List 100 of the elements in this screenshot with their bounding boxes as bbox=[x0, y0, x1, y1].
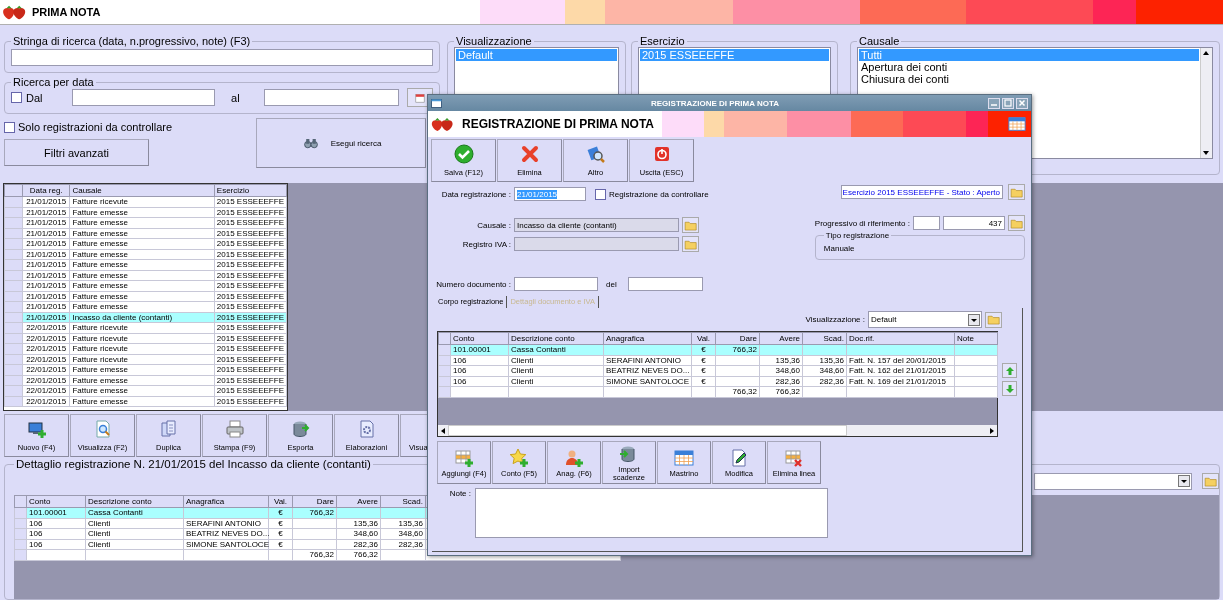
table-cell: 106 bbox=[450, 376, 509, 387]
calendar-icon bbox=[1007, 115, 1027, 133]
table-cell: Fatt. N. 169 del 21/01/2015 bbox=[846, 376, 955, 387]
document-date-field[interactable] bbox=[627, 277, 703, 291]
column-header[interactable]: Dare bbox=[715, 332, 760, 345]
table-row[interactable]: 21/01/2015 Fatture emesse 2015 ESSEEEFFE bbox=[4, 280, 287, 291]
table-row[interactable]: 22/01/2015 Fatture emesse 2015 ESSEEEFFE bbox=[4, 396, 287, 407]
maximize-button[interactable] bbox=[1002, 97, 1014, 109]
column-header[interactable]: Scad. bbox=[802, 332, 847, 345]
table-row[interactable]: 766,32 766,32 bbox=[438, 386, 998, 397]
column-header[interactable]: Data reg. bbox=[22, 184, 70, 197]
column-header[interactable]: Conto bbox=[26, 495, 86, 508]
table-row[interactable]: 21/01/2015 Fatture ricevute 2015 ESSEEEFFE bbox=[4, 196, 287, 207]
table-row[interactable]: 21/01/2015 Fatture emesse 2015 ESSEEEFFE bbox=[4, 291, 287, 302]
field-label: Numero documento : bbox=[435, 279, 511, 289]
table-cell: 106 bbox=[450, 365, 509, 376]
table-row[interactable]: 106 Clienti SIMONE SANTOLOCE € 282,36 282,36 Fatt. N. 169 del 21/01/2015 bbox=[438, 376, 998, 387]
dropdown[interactable] bbox=[1034, 472, 1192, 490]
list-item[interactable]: Apertura dei conti bbox=[859, 61, 1199, 73]
column-header[interactable]: Doc.rif. bbox=[846, 332, 955, 345]
table-cell: 21/01/2015 bbox=[22, 312, 70, 323]
table-cell: Incasso da cliente (contanti) bbox=[69, 312, 215, 323]
table-row[interactable]: 21/01/2015 Fatture emesse 2015 ESSEEEFFE bbox=[4, 270, 287, 281]
list-item[interactable]: Chiusura dei conti bbox=[859, 73, 1199, 85]
table-row[interactable]: 21/01/2015 Fatture emesse 2015 ESSEEEFFE bbox=[4, 301, 287, 312]
search-button[interactable]: Esegui ricerca bbox=[256, 118, 426, 168]
table-cell bbox=[292, 539, 337, 550]
column-header[interactable]: Descrizione conto bbox=[508, 332, 604, 345]
close-button[interactable] bbox=[1016, 97, 1028, 109]
table-row[interactable]: 22/01/2015 Fatture ricevute 2015 ESSEEEFFE bbox=[4, 333, 287, 344]
progressive-field[interactable]: 437 bbox=[943, 216, 1005, 230]
table-cell: Cassa Contanti bbox=[85, 507, 184, 518]
table-row[interactable]: 21/01/2015 Fatture emesse 2015 ESSEEEFFE bbox=[4, 217, 287, 228]
table-cell: Fatture ricevute bbox=[69, 343, 215, 354]
field-label: Data registrazione : bbox=[440, 189, 511, 199]
folder-button[interactable] bbox=[1008, 215, 1025, 231]
folder-button[interactable] bbox=[1008, 184, 1025, 200]
column-header[interactable]: Anagrafica bbox=[183, 495, 269, 508]
column-header[interactable]: Avere bbox=[336, 495, 381, 508]
search-field[interactable] bbox=[11, 49, 433, 66]
table-row[interactable]: 21/01/2015 Incasso da cliente (contanti) 2015 ESSEEEFFE bbox=[4, 312, 287, 323]
date-field[interactable] bbox=[263, 89, 400, 106]
scrollbar[interactable] bbox=[438, 425, 997, 436]
folder-button[interactable] bbox=[682, 236, 699, 252]
column-header[interactable]: Val. bbox=[268, 495, 293, 508]
column-header[interactable]: Avere bbox=[759, 332, 803, 345]
checkbox[interactable] bbox=[4, 121, 15, 133]
column-header[interactable]: Anagrafica bbox=[603, 332, 692, 345]
table-row[interactable]: 22/01/2015 Fatture ricevute 2015 ESSEEEFFE bbox=[4, 343, 287, 354]
checkbox[interactable] bbox=[595, 188, 606, 200]
column-header[interactable]: Conto bbox=[450, 332, 509, 345]
window-icon bbox=[431, 98, 442, 108]
table-row[interactable]: 101.00001 Cassa Contanti € 766,32 bbox=[438, 344, 998, 355]
column-header[interactable]: Causale bbox=[69, 184, 215, 197]
table-cell: 2015 ESSEEEFFE bbox=[214, 207, 287, 218]
column-header[interactable]: Scad. bbox=[380, 495, 426, 508]
table-cell bbox=[715, 355, 760, 366]
table-row[interactable]: 106 Clienti SERAFINI ANTONIO € 135,36 135,36 Fatt. N. 157 del 20/01/2015 bbox=[438, 355, 998, 366]
table-row[interactable]: 21/01/2015 Fatture emesse 2015 ESSEEEFFE bbox=[4, 207, 287, 218]
table-cell bbox=[954, 355, 998, 366]
minimize-button[interactable] bbox=[988, 97, 1000, 109]
folder-button[interactable] bbox=[985, 311, 1002, 328]
table-row[interactable]: 106 Clienti BEATRIZ NEVES DO... € 348,60 348,60 Fatt. N. 162 del 21/01/2015 bbox=[438, 365, 998, 376]
registration-type: Manuale bbox=[823, 244, 856, 253]
column-header[interactable]: Note bbox=[954, 332, 998, 345]
table-cell: 2015 ESSEEEFFE bbox=[214, 238, 287, 249]
date-field[interactable] bbox=[71, 89, 216, 106]
checkbox[interactable] bbox=[11, 92, 22, 103]
table-row[interactable]: 22/01/2015 Fatture ricevute 2015 ESSEEEFFE bbox=[4, 354, 287, 365]
table-cell: SERAFINI ANTONIO bbox=[183, 518, 269, 529]
prefix-field[interactable] bbox=[913, 216, 940, 230]
table-row[interactable]: 21/01/2015 Fatture emesse 2015 ESSEEEFFE bbox=[4, 249, 287, 260]
table-cell: Fatture emesse bbox=[69, 291, 215, 302]
table-row[interactable]: 21/01/2015 Fatture emesse 2015 ESSEEEFFE bbox=[4, 238, 287, 249]
table-cell: 766,32 bbox=[715, 386, 760, 397]
table-row[interactable]: 21/01/2015 Fatture emesse 2015 ESSEEEFFE bbox=[4, 259, 287, 270]
checkbox-label: Dal bbox=[26, 91, 43, 104]
field-label: Progressivo di riferimento : bbox=[814, 218, 910, 228]
document-number-field[interactable] bbox=[514, 277, 598, 291]
table-cell: Fatture emesse bbox=[69, 385, 215, 396]
column-header[interactable]: Esercizio bbox=[214, 184, 287, 197]
column-header[interactable]: Dare bbox=[292, 495, 337, 508]
table-row[interactable]: 22/01/2015 Fatture emesse 2015 ESSEEEFFE bbox=[4, 364, 287, 375]
table-row[interactable]: 22/01/2015 Fatture emesse 2015 ESSEEEFFE bbox=[4, 375, 287, 386]
folder-button[interactable] bbox=[1202, 473, 1219, 489]
column-header[interactable]: Descrizione conto bbox=[85, 495, 184, 508]
move-down-button[interactable] bbox=[1002, 381, 1017, 396]
table-row[interactable]: 21/01/2015 Fatture emesse 2015 ESSEEEFFE bbox=[4, 228, 287, 239]
notes-field[interactable] bbox=[475, 488, 828, 538]
vat-register-field[interactable] bbox=[514, 237, 679, 251]
maximize-icon bbox=[1004, 99, 1012, 107]
table-row[interactable]: 22/01/2015 Fatture ricevute 2015 ESSEEEFFE bbox=[4, 322, 287, 333]
column-header[interactable]: Val. bbox=[691, 332, 716, 345]
table-row[interactable]: 22/01/2015 Fatture emesse 2015 ESSEEEFFE bbox=[4, 385, 287, 396]
view-dropdown[interactable]: Default bbox=[868, 311, 982, 328]
move-up-button[interactable] bbox=[1002, 363, 1017, 378]
scrollbar[interactable] bbox=[1200, 48, 1212, 158]
advanced-filters-button[interactable]: Filtri avanzati bbox=[4, 139, 149, 166]
folder-button[interactable] bbox=[682, 217, 699, 233]
reason-field[interactable]: Incasso da cliente (contanti) bbox=[514, 218, 679, 232]
